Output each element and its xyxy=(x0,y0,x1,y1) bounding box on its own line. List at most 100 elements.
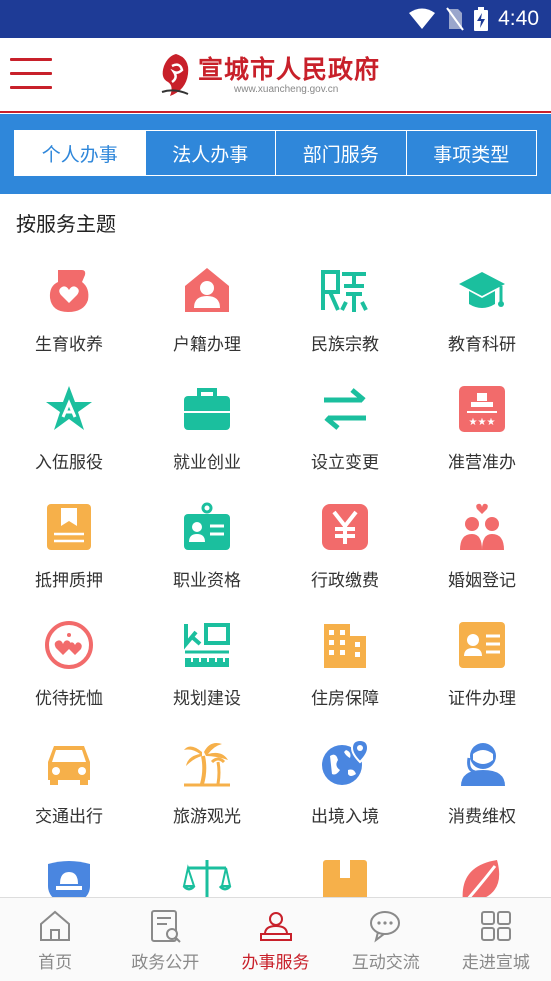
service-label: 证件办理 xyxy=(448,689,516,709)
swap-arrows-icon xyxy=(324,388,366,430)
service-label: 入伍服役 xyxy=(35,453,103,473)
couple-heart-icon xyxy=(460,503,504,550)
apartment-building-icon xyxy=(324,624,366,668)
service-item-ethnic-religion[interactable]: 民族宗教 xyxy=(276,258,414,376)
app-header: 宣城市人民政府 www.xuancheng.gov.cn xyxy=(0,38,551,113)
service-label: 优待抚恤 xyxy=(35,689,103,709)
license-certificate-icon: ★★★ xyxy=(459,386,505,432)
nav-label: 政务公开 xyxy=(131,953,200,973)
tab-item-type[interactable]: 事项类型 xyxy=(405,131,537,175)
service-item-birth-adoption[interactable]: 生育收养 xyxy=(0,258,138,376)
city-planning-icon xyxy=(184,623,230,667)
globe-pin-icon xyxy=(322,738,370,785)
service-item-exit-entry[interactable]: 出境入境 xyxy=(276,730,414,848)
status-bar: 4:40 xyxy=(0,0,551,38)
svg-text:★★★: ★★★ xyxy=(469,417,496,428)
house-person-icon xyxy=(185,268,229,312)
site-title: 宣城市人民政府 xyxy=(198,55,381,84)
service-item-employment[interactable]: 就业创业 xyxy=(138,376,276,494)
city-emblem-icon xyxy=(161,54,189,96)
service-label: 交通出行 xyxy=(35,807,103,827)
service-item-mortgage[interactable]: 抵押质押 xyxy=(0,494,138,612)
service-item-household[interactable]: 户籍办理 xyxy=(138,258,276,376)
service-person-icon xyxy=(259,912,292,941)
service-label: 行政缴费 xyxy=(311,571,379,591)
tab-department[interactable]: 部门服务 xyxy=(275,131,406,175)
service-label: 规划建设 xyxy=(173,689,241,709)
status-time: 4:40 xyxy=(498,7,539,30)
pledge-book-icon xyxy=(47,504,91,550)
service-item-justice[interactable] xyxy=(138,848,276,898)
battery-charging-icon xyxy=(474,7,489,31)
id-badge-icon xyxy=(184,502,230,550)
service-label: 准营准办 xyxy=(448,453,516,473)
service-item-police[interactable] xyxy=(0,848,138,898)
box-package-icon xyxy=(323,860,367,898)
service-label: 消费维权 xyxy=(448,807,516,827)
service-label: 设立变更 xyxy=(311,453,379,473)
nav-services[interactable]: 办事服务 xyxy=(220,898,330,981)
service-item-education[interactable]: 教育科研 xyxy=(413,258,551,376)
nav-gov-affairs[interactable]: 政务公开 xyxy=(110,898,220,981)
service-item-transport[interactable]: 交通出行 xyxy=(0,730,138,848)
service-item-package[interactable] xyxy=(276,848,414,898)
service-label: 户籍办理 xyxy=(173,335,241,355)
section-title: 按服务主题 xyxy=(16,212,116,236)
home-icon xyxy=(40,910,71,941)
no-sim-icon xyxy=(446,7,464,31)
nav-explore-city[interactable]: 走进宣城 xyxy=(441,898,551,981)
service-label: 婚姻登记 xyxy=(448,571,516,591)
service-label: 住房保障 xyxy=(311,689,379,709)
nav-label: 办事服务 xyxy=(241,953,310,973)
service-item-setup-change[interactable]: 设立变更 xyxy=(276,376,414,494)
document-search-icon xyxy=(151,910,182,943)
service-item-business-permit[interactable]: ★★★ 准营准办 xyxy=(413,376,551,494)
service-label: 民族宗教 xyxy=(311,335,379,355)
chat-bubbles-icon xyxy=(369,911,400,943)
police-light-icon xyxy=(48,861,90,898)
service-label: 生育收养 xyxy=(35,335,103,355)
military-star-icon xyxy=(46,386,92,430)
service-label: 就业创业 xyxy=(173,453,241,473)
service-item-certificate[interactable]: 证件办理 xyxy=(413,612,551,730)
service-item-preferential-care[interactable]: 优待抚恤 xyxy=(0,612,138,730)
service-item-admin-fee[interactable]: 行政缴费 xyxy=(276,494,414,612)
status-icons: 4:40 xyxy=(408,0,539,38)
justice-scale-icon xyxy=(182,860,232,898)
nav-label: 走进宣城 xyxy=(461,953,530,973)
palm-tree-icon xyxy=(184,743,230,787)
service-item-environment[interactable] xyxy=(413,848,551,898)
id-card-icon xyxy=(459,622,505,668)
service-label: 职业资格 xyxy=(173,571,241,591)
pregnancy-heart-icon xyxy=(49,270,89,312)
site-url: www.xuancheng.gov.cn xyxy=(234,84,339,95)
hamburger-menu-icon[interactable] xyxy=(8,54,54,94)
car-icon xyxy=(48,746,90,785)
service-item-marriage[interactable]: 婚姻登记 xyxy=(413,494,551,612)
tab-personal[interactable]: 个人办事 xyxy=(15,131,145,175)
service-item-military[interactable]: 入伍服役 xyxy=(0,376,138,494)
leaf-icon xyxy=(462,860,500,898)
service-item-housing[interactable]: 住房保障 xyxy=(276,612,414,730)
nav-home[interactable]: 首页 xyxy=(0,898,110,981)
tab-legal-person[interactable]: 法人办事 xyxy=(144,131,276,175)
service-item-qualification[interactable]: 职业资格 xyxy=(138,494,276,612)
service-label: 旅游观光 xyxy=(173,807,241,827)
yuan-payment-icon xyxy=(322,504,368,550)
tab-band: 个人办事 法人办事 部门服务 事项类型 xyxy=(0,114,551,194)
care-hearts-icon xyxy=(45,621,93,669)
grid-apps-icon xyxy=(480,911,511,941)
ethnic-character-icon xyxy=(321,270,368,312)
service-tabs: 个人办事 法人办事 部门服务 事项类型 xyxy=(14,130,537,176)
customer-service-icon xyxy=(461,743,505,786)
briefcase-icon xyxy=(184,388,230,430)
nav-interaction[interactable]: 互动交流 xyxy=(331,898,441,981)
service-item-consumer-rights[interactable]: 消费维权 xyxy=(413,730,551,848)
service-grid: 生育收养 户籍办理 民族宗教 教育科研 入伍服役 就业创业 设立变更 ★★★ 准… xyxy=(0,258,551,898)
service-label: 教育科研 xyxy=(448,335,516,355)
nav-label: 互动交流 xyxy=(351,953,420,973)
nav-label: 首页 xyxy=(38,953,73,973)
service-item-planning[interactable]: 规划建设 xyxy=(138,612,276,730)
site-logo: 宣城市人民政府 www.xuancheng.gov.cn xyxy=(158,48,398,106)
service-item-tourism[interactable]: 旅游观光 xyxy=(138,730,276,848)
